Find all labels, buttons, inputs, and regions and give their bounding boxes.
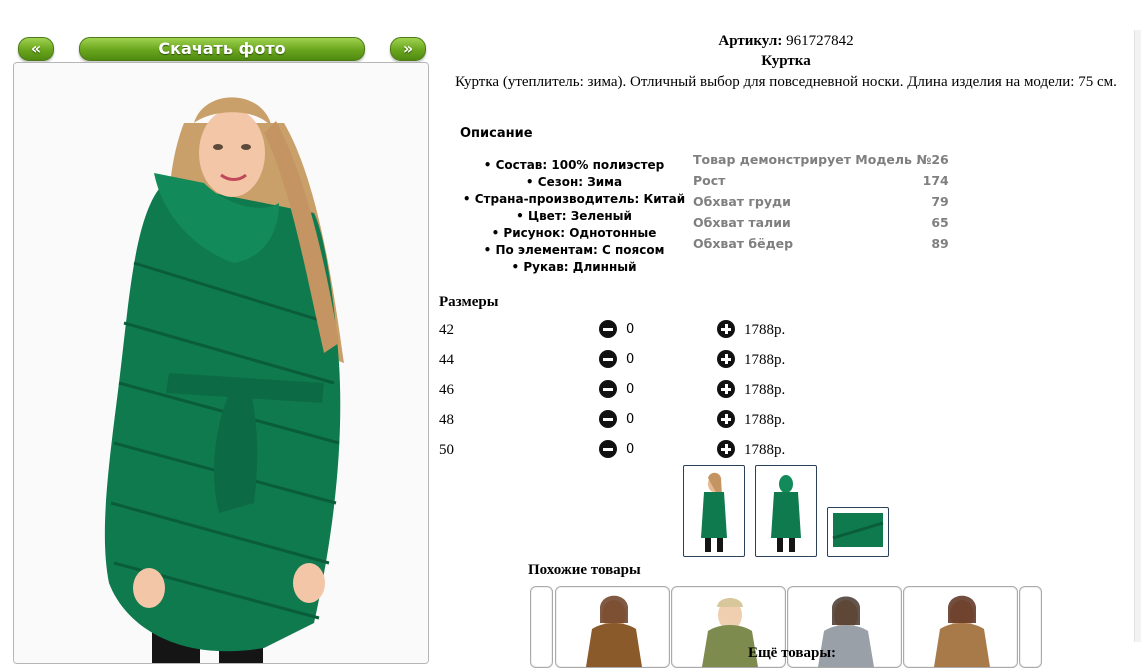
size-quantity: 0 [626, 352, 635, 367]
size-row: 50 0 1788р. [439, 440, 839, 464]
size-price: 1788р. [744, 382, 786, 398]
measurement-label: Рост [693, 173, 726, 188]
features-list: Состав: 100% полиэстер Сезон: Зима Стран… [446, 157, 702, 276]
minus-icon[interactable] [599, 440, 617, 458]
plus-icon[interactable] [717, 440, 735, 458]
plus-icon[interactable] [717, 410, 735, 428]
measurement-label: Обхват талии [693, 215, 791, 230]
size-quantity: 0 [626, 442, 635, 457]
size-price: 1788р. [744, 412, 786, 428]
size-quantity: 0 [626, 322, 635, 337]
similar-scroll-right[interactable] [1019, 586, 1042, 668]
thumbnail-back[interactable] [755, 465, 817, 557]
feature-item: По элементам: С поясом [446, 242, 702, 259]
download-photo-button[interactable]: Скачать фото [79, 37, 365, 61]
minus-icon[interactable] [599, 350, 617, 368]
measurement-value: 65 [931, 215, 949, 230]
article-number: Артикул: 961727842 [440, 33, 1132, 50]
feature-item: Сезон: Зима [446, 174, 702, 191]
product-description: Куртка (утеплитель: зима). Отличный выбо… [455, 74, 1117, 90]
article-label: Артикул: [718, 33, 783, 49]
size-row: 44 0 1788р. [439, 350, 839, 374]
thumbnail-back-image [771, 475, 801, 552]
feature-item: Цвет: Зеленый [446, 208, 702, 225]
more-products-header: Ещё товары: [748, 645, 837, 661]
size-label: 42 [439, 322, 454, 338]
feature-item: Рукав: Длинный [446, 259, 702, 276]
next-photo-button[interactable]: » [390, 37, 426, 61]
similar-product-card[interactable] [903, 586, 1018, 668]
main-product-photo[interactable] [13, 62, 429, 664]
size-row: 42 0 1788р. [439, 320, 839, 344]
similar-product-image [586, 595, 642, 667]
minus-icon[interactable] [599, 320, 617, 338]
description-header: Описание [460, 126, 533, 141]
plus-icon[interactable] [717, 380, 735, 398]
minus-icon[interactable] [599, 380, 617, 398]
size-price: 1788р. [744, 322, 786, 338]
similar-product-card[interactable] [555, 586, 670, 668]
measurement-label: Обхват груди [693, 194, 791, 209]
similar-product-image [934, 595, 990, 667]
thumbnail-front-image [701, 472, 727, 552]
feature-item: Рисунок: Однотонные [446, 225, 702, 242]
model-in-green-coat-image [14, 63, 428, 663]
size-quantity: 0 [626, 412, 635, 427]
size-label: 44 [439, 352, 454, 368]
similar-products-header: Похожие товары [528, 562, 641, 578]
prev-photo-button[interactable]: « [18, 37, 54, 61]
size-label: 48 [439, 412, 454, 428]
thumbnail-fabric[interactable] [827, 507, 889, 557]
size-price: 1788р. [744, 352, 786, 368]
model-header: Товар демонстрирует Модель №26 [693, 152, 949, 167]
thumbnail-fabric-image [832, 513, 884, 547]
feature-item: Состав: 100% полиэстер [446, 157, 702, 174]
product-title: Куртка [761, 53, 811, 69]
page-scrollbar[interactable] [1134, 30, 1141, 642]
measurement-value: 89 [931, 236, 949, 251]
size-row: 48 0 1788р. [439, 410, 839, 434]
thumbnail-front[interactable] [683, 465, 745, 557]
measurement-value: 79 [931, 194, 949, 209]
plus-icon[interactable] [717, 320, 735, 338]
minus-icon[interactable] [599, 410, 617, 428]
size-label: 50 [439, 442, 454, 458]
size-quantity: 0 [626, 382, 635, 397]
size-price: 1788р. [744, 442, 786, 458]
article-value: 961727842 [786, 33, 854, 49]
measurement-label: Обхват бёдер [693, 236, 794, 251]
similar-scroll-left[interactable] [530, 586, 553, 668]
feature-item: Страна-производитель: Китай [446, 191, 702, 208]
measurement-value: 174 [922, 173, 949, 188]
model-measurements-table: Товар демонстрирует Модель №26 Рост 174 О… [693, 149, 949, 254]
size-row: 46 0 1788р. [439, 380, 839, 404]
size-label: 46 [439, 382, 454, 398]
sizes-header: Размеры [439, 294, 499, 310]
plus-icon[interactable] [717, 350, 735, 368]
